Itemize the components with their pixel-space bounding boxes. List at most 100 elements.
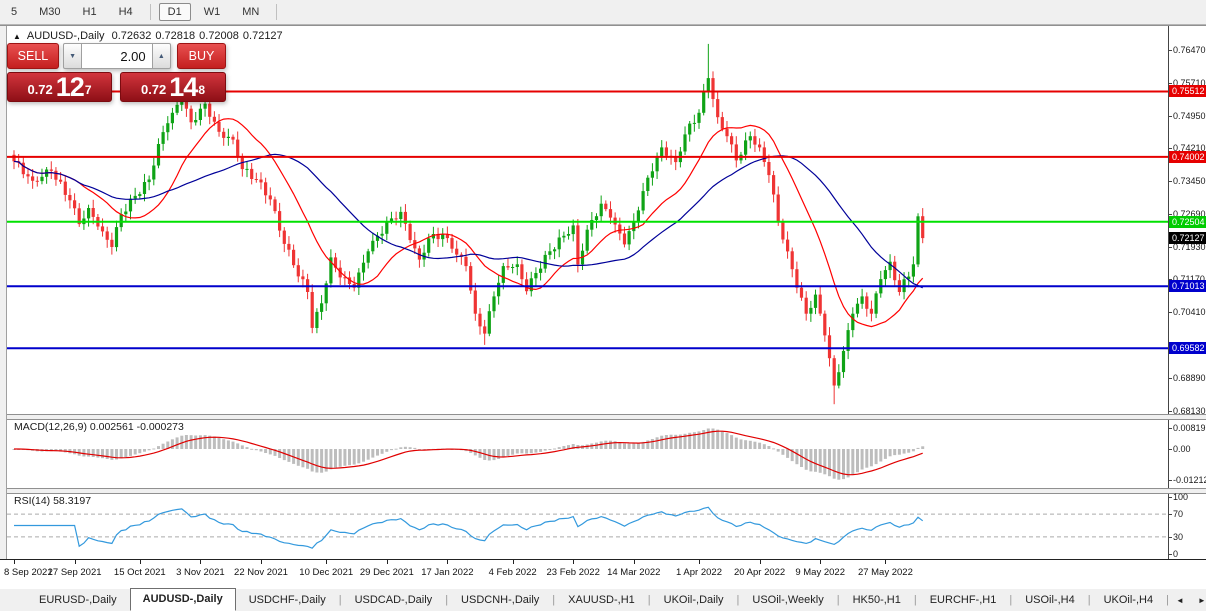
macd-bar (767, 446, 770, 449)
x-axis-tick (14, 560, 15, 564)
timeframe-button-5[interactable]: 5 (2, 3, 26, 21)
y-axis-tick (1168, 378, 1172, 379)
y-axis-tick (1168, 312, 1172, 313)
macd-label: MACD(12,26,9) 0.002561 -0.000273 (14, 421, 184, 433)
macd-bar (129, 449, 132, 456)
y-axis-tick (1168, 83, 1172, 84)
x-axis-tick (885, 560, 886, 564)
buy-button[interactable]: BUY (177, 43, 226, 69)
macd-bar (837, 449, 840, 480)
chart-tab[interactable]: USOil-,H4 (1012, 590, 1088, 610)
chevron-up-icon: ▲ (158, 53, 165, 60)
chart-tab[interactable]: HK50-,H1 (840, 590, 914, 610)
candle (875, 293, 878, 313)
volume-input[interactable]: 2.00 (82, 43, 151, 69)
macd-bar (157, 446, 160, 449)
timeframe-button-h1[interactable]: H1 (74, 3, 106, 21)
candle (110, 240, 113, 247)
candle (73, 200, 76, 208)
macd-bar (357, 449, 360, 463)
chart-tab-active[interactable]: AUDUSD-,Daily (130, 588, 236, 611)
chart-tab[interactable]: EURUSD-,Daily (26, 590, 130, 610)
chart-tab[interactable]: USDCNH-,Daily (448, 590, 552, 610)
macd-bar (651, 439, 654, 449)
macd-bar (562, 446, 565, 449)
chart-tab[interactable]: EURCHF-,H1 (917, 590, 1010, 610)
macd-bar (889, 449, 892, 456)
macd-bar (241, 445, 244, 449)
tab-scroll-right-icon[interactable]: ► (1191, 593, 1206, 608)
rsi-line (14, 507, 923, 548)
timeframe-button-h4[interactable]: H4 (110, 3, 142, 21)
timeframe-button-w1[interactable]: W1 (195, 3, 230, 21)
candle (40, 177, 43, 181)
volume-increase-button[interactable]: ▲ (152, 43, 171, 69)
candle (236, 140, 239, 158)
candle (572, 225, 575, 234)
y-axis-label: 0.76470 (1173, 45, 1206, 55)
macd-bar (362, 449, 365, 462)
macd-bar (819, 449, 822, 473)
candle (450, 238, 453, 249)
sell-button[interactable]: SELL (7, 43, 59, 69)
macd-bar (124, 449, 127, 457)
macd-bar (534, 449, 537, 453)
macd-bar (744, 440, 747, 449)
chart-tab[interactable]: UKOil-,Daily (651, 590, 737, 610)
candle (814, 295, 817, 308)
candle (26, 174, 29, 176)
candle (642, 191, 645, 210)
candle (287, 244, 290, 250)
candle (735, 144, 738, 160)
toolbar-separator (276, 4, 277, 20)
panel-splitter[interactable] (0, 414, 1206, 420)
macd-bar (334, 449, 337, 468)
macd-bar (609, 441, 612, 449)
timeframe-button-m30[interactable]: M30 (30, 3, 69, 21)
candle (716, 99, 719, 117)
candle (208, 104, 211, 117)
candle (697, 113, 700, 123)
bid-price-box[interactable]: 0.72127 (7, 72, 112, 102)
candle (64, 182, 67, 195)
candle (702, 92, 705, 113)
macd-bar (730, 435, 733, 449)
macd-bar (502, 449, 505, 457)
ohlc-low: 0.72008 (199, 30, 239, 42)
chart-tab[interactable]: UKOil-,H4 (1091, 590, 1167, 610)
chart-tab[interactable]: XAUUSD-,H1 (555, 590, 648, 610)
timeframe-button-mn[interactable]: MN (233, 3, 268, 21)
macd-bar (260, 449, 263, 452)
timeframe-button-d1[interactable]: D1 (159, 3, 191, 21)
candle (194, 120, 197, 122)
chart-tab[interactable]: USOil-,Weekly (739, 590, 836, 610)
x-axis-label: 9 May 2022 (795, 567, 845, 578)
ask-price-prefix: 0.72 (141, 80, 166, 100)
chart-tab[interactable]: USDCAD-,Daily (342, 590, 446, 610)
tab-scroll-left-icon[interactable]: ◄ (1169, 593, 1191, 608)
macd-bar (255, 449, 258, 450)
macd-bar (152, 449, 155, 450)
window-edge (0, 26, 7, 559)
candle (138, 194, 141, 196)
macd-bar (749, 441, 752, 449)
rsi-axis-tick (1168, 554, 1172, 555)
macd-bar (851, 449, 854, 475)
volume-decrease-button[interactable]: ▼ (63, 43, 82, 69)
macd-bar (278, 449, 281, 458)
macd-bar (250, 449, 253, 450)
collapse-icon[interactable]: ▲ (13, 32, 21, 41)
ask-price-box[interactable]: 0.72148 (120, 72, 226, 102)
candle (148, 180, 151, 183)
x-axis-tick (699, 560, 700, 564)
macd-bar (740, 439, 743, 449)
macd-bar (507, 449, 510, 456)
candle (525, 279, 528, 291)
chart-tab[interactable]: USDCHF-,Daily (236, 590, 339, 610)
candle (502, 266, 505, 283)
panel-splitter[interactable] (0, 488, 1206, 494)
macd-bar (511, 449, 514, 455)
candle (805, 298, 808, 314)
macd-bar (539, 449, 542, 452)
candle (199, 109, 202, 120)
